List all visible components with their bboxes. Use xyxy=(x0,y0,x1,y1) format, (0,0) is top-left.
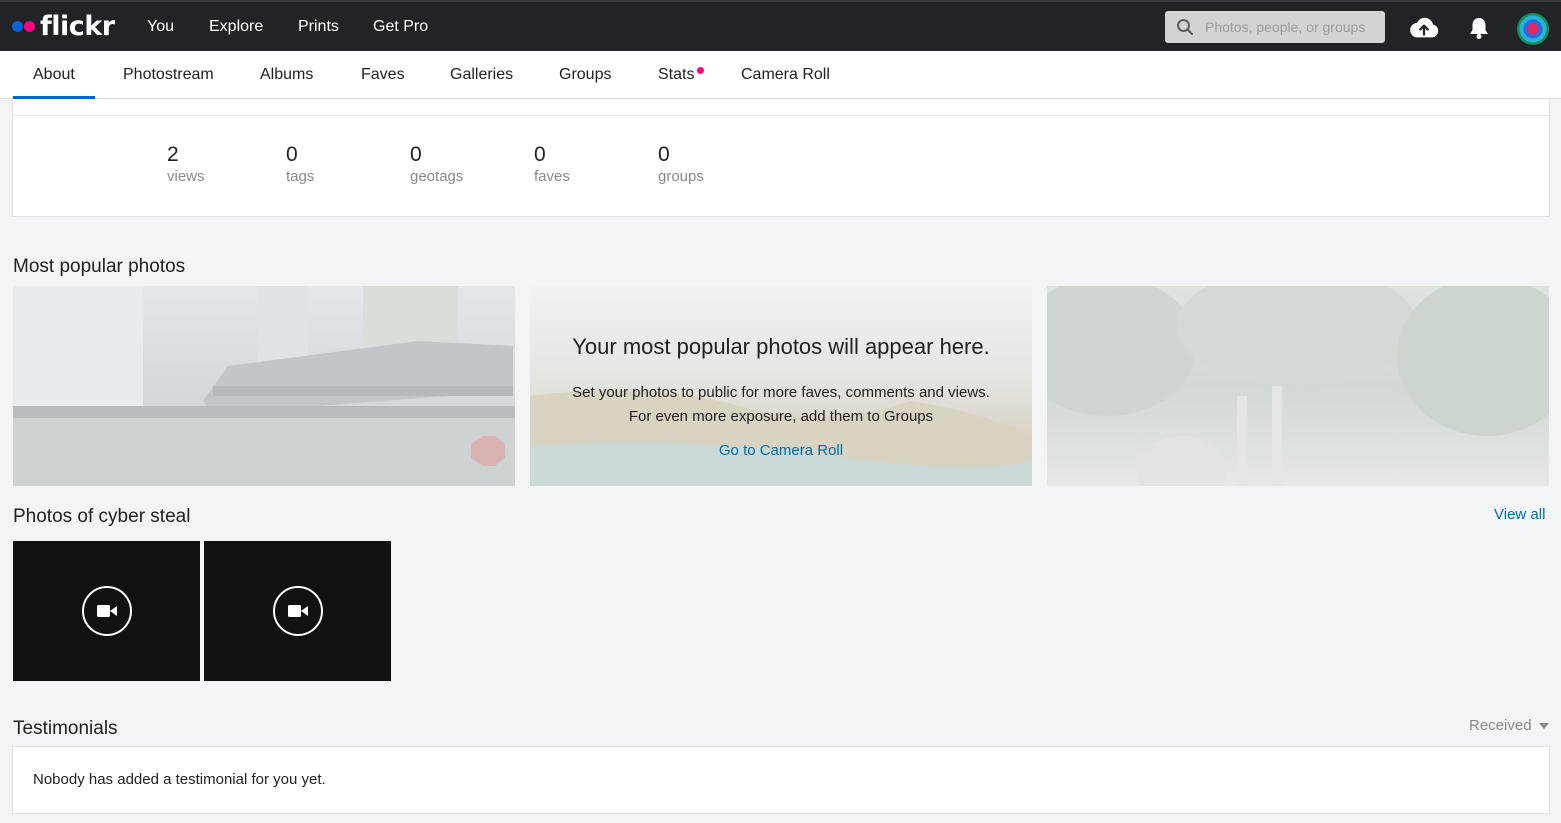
tab-stats[interactable]: Stats xyxy=(658,66,694,84)
photos-of-title: Photos of cyber steal xyxy=(13,506,191,527)
testimonials-filter-dropdown[interactable]: Received xyxy=(1469,717,1549,734)
popular-subtext-1: Set your photos to public for more faves… xyxy=(572,384,990,401)
popular-subtext-2: For even more exposure, add them to Grou… xyxy=(628,408,934,425)
tab-galleries[interactable]: Galleries xyxy=(450,66,513,84)
video-thumbnail[interactable] xyxy=(204,541,391,681)
tab-groups[interactable]: Groups xyxy=(559,66,611,84)
popular-headline: Your most popular photos will appear her… xyxy=(572,334,990,359)
logo-blue-dot xyxy=(12,20,23,32)
nav-explore[interactable]: Explore xyxy=(209,17,263,37)
search-input[interactable] xyxy=(1205,19,1377,35)
logo-text: flickr xyxy=(40,10,115,42)
stat-tags: 0 tags xyxy=(286,143,314,187)
search-icon[interactable] xyxy=(1165,11,1205,43)
stat-faves: 0 faves xyxy=(534,143,570,187)
notifications-bell-icon[interactable] xyxy=(1463,12,1495,44)
stat-groups: 0 groups xyxy=(658,143,704,187)
filter-label: Received xyxy=(1469,717,1532,734)
search-box xyxy=(1165,11,1385,43)
testimonials-empty-text: Nobody has added a testimonial for you y… xyxy=(33,771,326,788)
stat-value: 2 xyxy=(167,143,179,166)
user-avatar[interactable] xyxy=(1517,13,1549,45)
stat-value: 0 xyxy=(534,143,546,166)
testimonials-panel: Nobody has added a testimonial for you y… xyxy=(12,746,1550,814)
profile-subnav: About Photostream Albums Faves Galleries… xyxy=(0,51,1561,99)
tab-camera-roll[interactable]: Camera Roll xyxy=(741,66,830,84)
divider xyxy=(13,115,1549,116)
popular-photos-title: Most popular photos xyxy=(13,256,186,277)
stat-label: groups xyxy=(658,168,704,185)
upload-cloud-icon[interactable] xyxy=(1408,12,1440,44)
tab-about[interactable]: About xyxy=(33,66,75,84)
stat-geotags: 0 geotags xyxy=(410,143,463,187)
testimonials-title: Testimonials xyxy=(13,718,118,739)
stat-value: 0 xyxy=(658,143,670,166)
video-camera-icon xyxy=(82,586,132,636)
profile-stats-card: 2 views 0 tags 0 geotags 0 faves 0 group… xyxy=(12,99,1550,217)
video-camera-icon xyxy=(273,586,323,636)
stat-value: 0 xyxy=(410,143,422,166)
logo-pink-dot xyxy=(24,20,35,32)
stat-label: geotags xyxy=(410,168,464,185)
stat-value: 0 xyxy=(286,143,298,166)
video-thumbnail[interactable] xyxy=(13,541,200,681)
stat-label: views xyxy=(167,168,205,185)
popular-photos-empty-message: Your most popular photos will appear her… xyxy=(530,286,1032,486)
go-to-camera-roll-link[interactable]: Go to Camera Roll xyxy=(530,442,1032,459)
top-navigation-bar: flickr You Explore Prints Get Pro xyxy=(0,0,1561,51)
stats-notification-dot xyxy=(697,67,704,74)
tab-faves[interactable]: Faves xyxy=(361,66,405,84)
nav-you[interactable]: You xyxy=(147,17,174,37)
tab-photostream[interactable]: Photostream xyxy=(123,66,214,84)
placeholder-photo-trees xyxy=(1047,286,1549,486)
flickr-logo[interactable]: flickr xyxy=(12,10,115,42)
tab-albums[interactable]: Albums xyxy=(260,66,313,84)
view-all-link[interactable]: View all xyxy=(1494,506,1545,523)
placeholder-photo-train xyxy=(13,286,515,486)
chevron-down-icon xyxy=(1538,722,1549,729)
nav-prints[interactable]: Prints xyxy=(298,17,339,37)
nav-get-pro[interactable]: Get Pro xyxy=(373,17,428,37)
stat-label: tags xyxy=(286,168,315,185)
stat-label: faves xyxy=(534,168,570,185)
stat-views: 2 views xyxy=(167,143,205,187)
